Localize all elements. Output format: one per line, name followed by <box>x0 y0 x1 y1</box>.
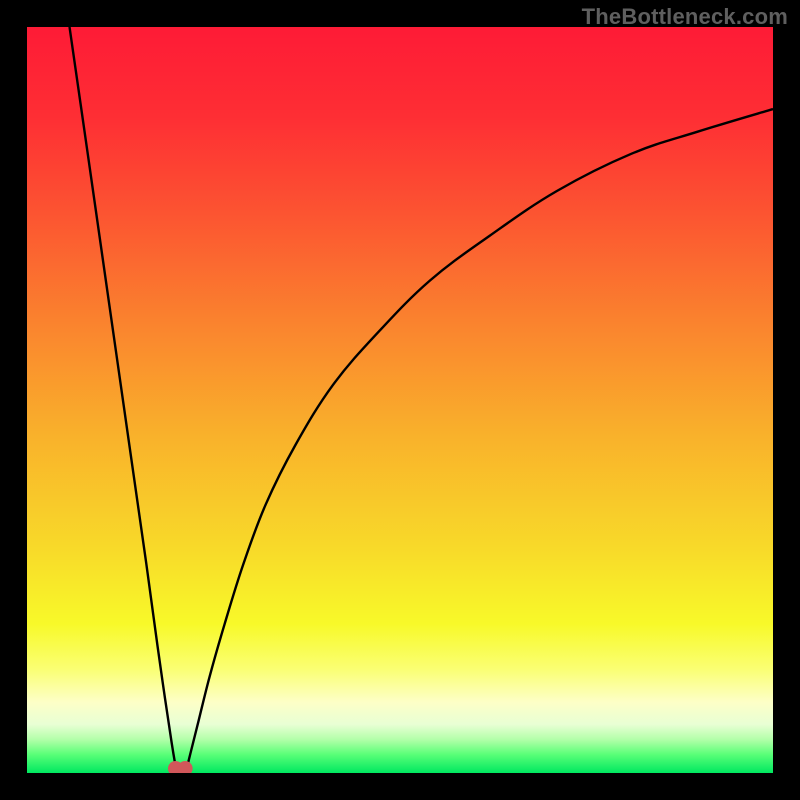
plot-area <box>27 27 773 773</box>
watermark-text: TheBottleneck.com <box>582 4 788 30</box>
min-marker-right <box>178 762 192 773</box>
plot-svg <box>27 27 773 773</box>
gradient-background <box>27 27 773 773</box>
chart-frame: TheBottleneck.com <box>0 0 800 800</box>
